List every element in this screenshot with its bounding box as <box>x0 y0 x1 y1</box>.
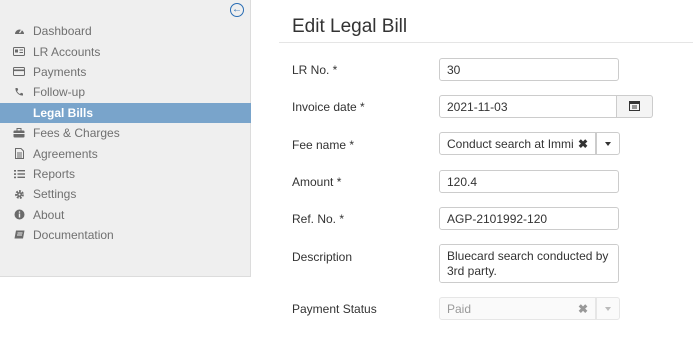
gear-icon <box>13 188 25 200</box>
ref-no-label: Ref. No. * <box>292 212 345 226</box>
calendar-icon <box>629 100 640 114</box>
sidebar-item-legal-bills[interactable]: Legal Bills <box>0 102 251 123</box>
clear-icon: ✖ <box>577 301 588 316</box>
payment-status-value: Paid <box>447 301 472 316</box>
file-text-icon <box>13 148 25 160</box>
amount-label: Amount * <box>292 175 342 189</box>
sidebar-item-label: Agreements <box>33 146 98 161</box>
sidebar-item-label: Settings <box>33 187 77 202</box>
lr-no-value: 30 <box>447 62 461 77</box>
payment-status-select[interactable]: Paid ✖ <box>439 297 620 320</box>
page-title: Edit Legal Bill <box>292 16 408 37</box>
lr-no-input[interactable]: 30 <box>439 58 619 81</box>
sidebar-item-documentation[interactable]: Documentation <box>0 225 251 245</box>
description-label: Description <box>292 250 353 264</box>
ref-no-input[interactable]: AGP-2101992-120 <box>439 207 619 230</box>
sidebar-item-label: Reports <box>33 166 76 181</box>
sidebar-item-label: Payments <box>33 64 87 79</box>
description-textarea[interactable]: Bluecard search conducted by 3rd party. <box>439 244 619 283</box>
sidebar-item-about[interactable]: About <box>0 205 251 225</box>
lr-no-label: LR No. * <box>292 63 338 77</box>
sidebar-item-label: About <box>33 207 65 222</box>
sidebar-item-label: Legal Bills <box>33 105 94 120</box>
gavel-icon <box>13 107 25 119</box>
payment-status-selection[interactable]: Paid ✖ <box>439 297 596 320</box>
credit-card-icon <box>13 66 25 78</box>
amount-input[interactable]: 120.4 <box>439 170 619 193</box>
sidebar-item-label: Documentation <box>33 228 114 243</box>
sidebar-item-reports[interactable]: Reports <box>0 164 251 184</box>
briefcase-icon <box>13 127 25 139</box>
invoice-date-input[interactable]: 2021-11-03 <box>439 95 617 118</box>
fee-name-selection[interactable]: Conduct search at Immigra ✖ <box>439 132 596 155</box>
sidebar-item-label: Fees & Charges <box>33 126 120 141</box>
caret-down-icon <box>605 306 611 311</box>
sidebar-item-fees-charges[interactable]: Fees & Charges <box>0 123 251 143</box>
arrow-circle-left-icon[interactable]: ← <box>230 3 244 17</box>
info-icon <box>13 209 25 221</box>
sidebar-item-lr-accounts[interactable]: LR Accounts <box>0 41 251 61</box>
dashboard-icon <box>13 25 25 37</box>
sidebar-item-payments[interactable]: Payments <box>0 62 251 82</box>
calendar-button[interactable] <box>617 95 653 118</box>
payment-status-dropdown-toggle <box>596 297 620 320</box>
ref-no-value: AGP-2101992-120 <box>447 211 548 226</box>
clear-icon[interactable]: ✖ <box>578 137 588 151</box>
fee-name-select[interactable]: Conduct search at Immigra ✖ <box>439 132 620 155</box>
sidebar-item-settings[interactable]: Settings <box>0 184 251 204</box>
sidebar-nav: Dashboard LR Accounts Payments Follow-up… <box>0 21 251 245</box>
sidebar-item-label: Dashboard <box>33 24 92 39</box>
sidebar-item-follow-up[interactable]: Follow-up <box>0 82 251 102</box>
fee-name-dropdown-toggle[interactable] <box>596 132 620 155</box>
sidebar-item-label: LR Accounts <box>33 44 101 59</box>
sidebar-item-dashboard[interactable]: Dashboard <box>0 21 251 41</box>
invoice-date-group: 2021-11-03 <box>439 95 653 118</box>
fee-name-label: Fee name * <box>292 138 355 152</box>
list-icon <box>13 168 25 180</box>
sidebar-item-label: Follow-up <box>33 85 86 100</box>
title-divider <box>279 42 693 43</box>
phone-icon <box>13 86 25 98</box>
invoice-date-label: Invoice date * <box>292 100 365 114</box>
sidebar: ← Dashboard LR Accounts Payments Follow-… <box>0 0 251 277</box>
amount-value: 120.4 <box>447 174 478 189</box>
caret-down-icon <box>605 141 611 146</box>
fee-name-value: Conduct search at Immigra <box>447 136 574 151</box>
sidebar-item-agreements[interactable]: Agreements <box>0 143 251 163</box>
invoice-date-value: 2021-11-03 <box>447 99 508 114</box>
address-card-icon <box>13 46 25 58</box>
book-icon <box>13 229 25 241</box>
payment-status-label: Payment Status <box>292 302 377 316</box>
